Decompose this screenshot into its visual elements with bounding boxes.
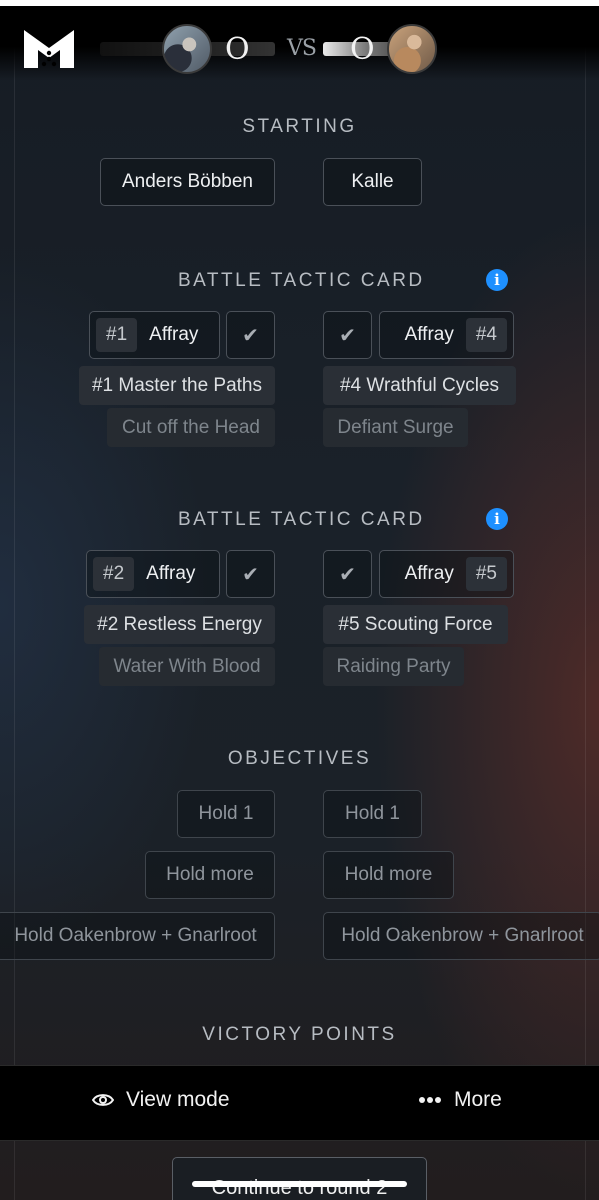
starting-right-player-button[interactable]: Kalle [323, 158, 422, 206]
tactic1-right-chosen[interactable]: #4 Wrathful Cycles [323, 366, 516, 405]
tactic2-left-alt[interactable]: Water With Blood [99, 647, 275, 686]
player-right-avatar[interactable] [387, 24, 437, 74]
tactic2-left-number: #2 [93, 557, 135, 591]
tactic1-right-affray-label: Affray [404, 324, 454, 345]
objective-left-hold-more[interactable]: Hold more [145, 851, 275, 899]
player-left-score: O [225, 32, 250, 67]
starting-left-player-button[interactable]: Anders Böbben [100, 158, 275, 206]
tactic2-info-icon[interactable]: i [486, 508, 508, 530]
objective-left-hold-1[interactable]: Hold 1 [177, 790, 275, 838]
tactic2-right-number: #5 [465, 557, 507, 591]
tactic2-right-chosen[interactable]: #5 Scouting Force [323, 605, 508, 644]
tactic1-title: BATTLE TACTIC CARD [178, 270, 425, 291]
tactic1-right-affray-button[interactable]: Affray #4 [379, 311, 514, 359]
tactic1-right-check-button[interactable]: ✔ [323, 311, 372, 359]
tactic2-left-chosen[interactable]: #2 Restless Energy [84, 605, 275, 644]
continue-to-round-button[interactable]: Continue to round 2 [172, 1157, 427, 1200]
tactic1-left-alt[interactable]: Cut off the Head [107, 408, 275, 447]
tactic2-left-affray-label: Affray [146, 563, 196, 584]
view-mode-button[interactable]: View mode [92, 1088, 230, 1112]
bottom-action-bar: View mode More [0, 1065, 599, 1141]
eye-icon [92, 1094, 114, 1106]
score-header: O VS O [0, 6, 599, 80]
more-label: More [454, 1088, 502, 1111]
victory-points-title: VICTORY POINTS [202, 1024, 397, 1045]
more-button[interactable]: More [418, 1088, 502, 1112]
view-mode-label: View mode [126, 1088, 230, 1111]
objective-right-hold-more[interactable]: Hold more [323, 851, 454, 899]
tactic1-left-check-button[interactable]: ✔ [226, 311, 275, 359]
tactic2-left-affray-button[interactable]: #2 Affray [86, 550, 220, 598]
objective-right-hold-1[interactable]: Hold 1 [323, 790, 422, 838]
tactic1-left-affray-label: Affray [149, 324, 199, 345]
tactic2-right-affray-button[interactable]: Affray #5 [379, 550, 514, 598]
vs-label: VS [287, 36, 317, 61]
objectives-title: OBJECTIVES [227, 748, 372, 769]
player-left-avatar[interactable] [162, 24, 212, 74]
tactic1-right-number: #4 [465, 318, 507, 352]
tactic2-title: BATTLE TACTIC CARD [178, 509, 425, 530]
tactic1-left-number: #1 [96, 318, 138, 352]
home-indicator[interactable] [192, 1181, 407, 1187]
tactic2-left-check-button[interactable]: ✔ [226, 550, 275, 598]
tactic1-info-icon[interactable]: i [486, 269, 508, 291]
tactic1-left-affray-button[interactable]: #1 Affray [89, 311, 220, 359]
starting-title: STARTING [242, 116, 357, 137]
screen: O VS O STARTING Anders Böbben Kalle BATT… [0, 6, 599, 1200]
objective-left-hold-oakenbrow-gnarlroot[interactable]: Hold Oakenbrow + Gnarlroot [0, 912, 275, 960]
tactic1-right-alt[interactable]: Defiant Surge [323, 408, 468, 447]
player-right-score: O [350, 32, 375, 67]
ellipsis-icon [419, 1097, 441, 1103]
tactic2-right-alt[interactable]: Raiding Party [323, 647, 464, 686]
m-logo-icon[interactable] [24, 26, 74, 68]
tactic1-left-chosen[interactable]: #1 Master the Paths [79, 366, 275, 405]
objective-right-hold-oakenbrow-gnarlroot[interactable]: Hold Oakenbrow + Gnarlroot [323, 912, 599, 960]
tactic2-right-check-button[interactable]: ✔ [323, 550, 372, 598]
tactic2-right-affray-label: Affray [404, 563, 454, 584]
